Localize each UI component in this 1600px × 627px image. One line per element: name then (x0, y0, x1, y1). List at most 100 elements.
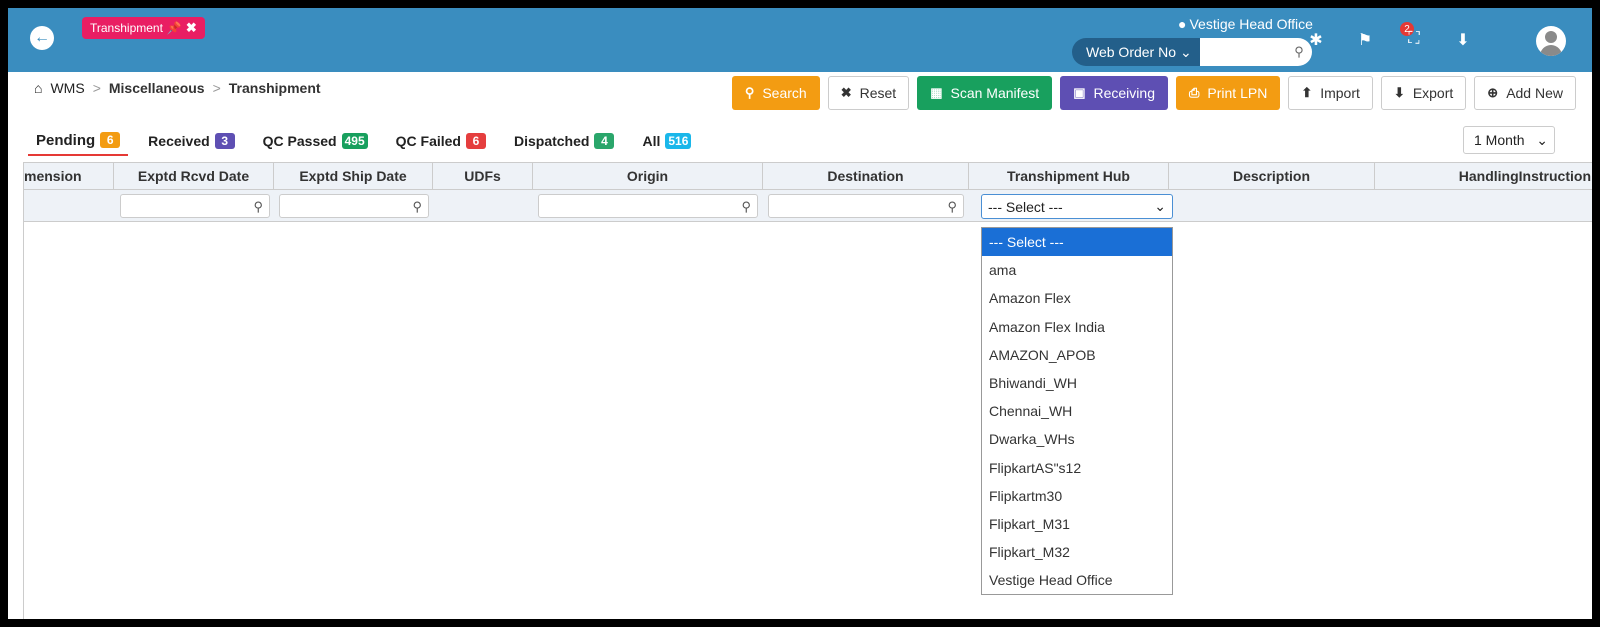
tab-label: All (642, 133, 661, 149)
dropdown-option[interactable]: Vestige Head Office (982, 566, 1172, 594)
column-header-exptd-ship-date[interactable]: Exptd Ship Date (274, 163, 433, 189)
tab-all[interactable]: All 516 (634, 126, 699, 156)
tab-label: Received (148, 133, 210, 149)
period-label: 1 Month (1474, 132, 1525, 148)
receiving-label: Receiving (1093, 85, 1155, 101)
chevron-down-icon: ⌄ (1154, 198, 1166, 214)
dropdown-option[interactable]: AMAZON_APOB (982, 341, 1172, 369)
receiving-button[interactable]: ▣ Receiving (1060, 76, 1168, 110)
search-icon: ⚲ (253, 199, 263, 214)
breadcrumb-home[interactable]: WMS (50, 80, 84, 96)
dropdown-option[interactable]: Flipkart_M32 (982, 538, 1172, 566)
exptd-rcvd-date-filter[interactable]: ⚲ (120, 194, 270, 218)
dropdown-option[interactable]: Chennai_WH (982, 397, 1172, 425)
exptd-ship-date-filter[interactable]: ⚲ (279, 194, 429, 218)
close-icon[interactable]: ✖ (186, 20, 197, 36)
print-lpn-label: Print LPN (1207, 85, 1268, 101)
qr-code-icon: ▦ (930, 85, 943, 100)
order-type-label: Web Order No (1086, 44, 1176, 60)
dropdown-option[interactable]: Flipkart_M31 (982, 510, 1172, 538)
tab-label: Dispatched (513, 133, 590, 149)
tab-label: Pending (36, 131, 96, 149)
location-selector[interactable]: ● Vestige Head Office (1178, 16, 1313, 32)
avatar[interactable] (1536, 26, 1566, 56)
reset-button[interactable]: ✖ Reset (827, 76, 910, 110)
inbox-icon: ▣ (1073, 85, 1086, 100)
toolbar: ⚲ Search ✖ Reset ▦ Scan Manifest ▣ Recei… (731, 76, 1576, 110)
column-header-dimension[interactable]: mension (24, 163, 114, 189)
gear-icon[interactable]: ✱ (1305, 30, 1327, 50)
back-icon[interactable]: ← (30, 26, 54, 50)
tab-label: QC Passed (262, 133, 337, 149)
avatar-body (1540, 45, 1562, 56)
destination-filter[interactable]: ⚲ (768, 194, 964, 218)
search-icon: ⚲ (412, 199, 422, 214)
breadcrumb-section[interactable]: Miscellaneous (109, 80, 205, 96)
tab-pending[interactable]: Pending 6 (28, 126, 129, 156)
dropdown-option[interactable]: Dwarka_WHs (982, 425, 1172, 453)
chevron-down-icon: ⌄ (1180, 43, 1192, 60)
location-label: Vestige Head Office (1189, 16, 1313, 32)
period-select[interactable]: 1 Month ⌄ (1463, 126, 1555, 154)
dropdown-option[interactable]: --- Select --- (982, 228, 1172, 257)
page-tag[interactable]: Transhipment 📌 ✖ (82, 17, 205, 39)
tab-dispatched[interactable]: Dispatched 4 (506, 126, 622, 156)
top-header: ← Transhipment 📌 ✖ ● Vestige Head Office… (8, 8, 1592, 72)
order-type-select[interactable]: Web Order No ⌄ (1072, 38, 1200, 66)
pin-icon[interactable]: 📌 (167, 21, 182, 35)
tab-received[interactable]: Received 3 (140, 126, 242, 156)
chevron-down-icon: ⌄ (1536, 131, 1548, 148)
print-lpn-button[interactable]: ⎙ Print LPN (1175, 76, 1281, 110)
close-icon: ✖ (840, 85, 852, 100)
count-badge: 495 (341, 133, 368, 149)
page-tag-label: Transhipment (90, 21, 163, 35)
download-icon: ⬇ (1393, 85, 1405, 100)
count-badge: 3 (214, 133, 235, 149)
data-grid: mension Exptd Rcvd Date Exptd Ship Date … (23, 162, 1592, 619)
order-search: Web Order No ⌄ ⚲ (1072, 38, 1312, 66)
transhipment-hub-dropdown: --- Select --- ama Amazon Flex Amazon Fl… (981, 227, 1173, 596)
plus-circle-icon: ⊕ (1487, 85, 1499, 100)
home-icon[interactable]: ⌂ (34, 80, 42, 96)
download-icon[interactable]: ⬇ (1452, 30, 1474, 50)
column-header-origin[interactable]: Origin (533, 163, 763, 189)
export-button[interactable]: ⬇ Export (1380, 76, 1467, 110)
order-search-input[interactable]: ⚲ (1199, 38, 1312, 66)
search-icon[interactable]: ⚲ (1294, 44, 1304, 60)
map-pin-icon: ● (1178, 16, 1187, 32)
print-icon: ⎙ (1188, 85, 1200, 100)
search-icon: ⚲ (744, 85, 755, 100)
breadcrumb-current: Transhipment (228, 80, 321, 96)
count-badge: 4 (594, 133, 615, 149)
dropdown-option[interactable]: FlipkartAS"s12 (982, 454, 1172, 482)
column-header-exptd-rcvd-date[interactable]: Exptd Rcvd Date (114, 163, 274, 189)
breadcrumb-separator: > (212, 80, 221, 96)
column-header-handling-instruction[interactable]: HandlingInstruction (1375, 163, 1592, 189)
dropdown-option[interactable]: Flipkartm30 (982, 482, 1172, 510)
column-header-udfs[interactable]: UDFs (433, 163, 533, 189)
dropdown-option[interactable]: Amazon Flex India (982, 313, 1172, 341)
breadcrumb: ⌂ WMS > Miscellaneous > Transhipment (34, 80, 321, 96)
column-header-transhipment-hub[interactable]: Transhipment Hub (969, 163, 1169, 189)
tab-qc-failed[interactable]: QC Failed 6 (388, 126, 494, 156)
dropdown-option[interactable]: Bhiwandi_WH (982, 369, 1172, 397)
add-new-label: Add New (1506, 85, 1563, 101)
origin-filter[interactable]: ⚲ (538, 194, 758, 218)
search-button[interactable]: ⚲ Search (731, 76, 820, 110)
app-window: ← Transhipment 📌 ✖ ● Vestige Head Office… (8, 8, 1592, 619)
add-new-button[interactable]: ⊕ Add New (1474, 76, 1576, 110)
avatar-head (1545, 31, 1557, 43)
tab-qc-passed[interactable]: QC Passed 495 (255, 126, 376, 156)
fullscreen-icon[interactable]: ⛶ (1403, 30, 1425, 48)
tab-label: QC Failed (395, 133, 461, 149)
flag-icon[interactable]: ⚑ (1354, 30, 1376, 50)
search-label: Search (762, 85, 807, 101)
transhipment-hub-filter[interactable]: --- Select --- ⌄ (981, 194, 1173, 219)
scan-manifest-button[interactable]: ▦ Scan Manifest (917, 76, 1053, 110)
import-button[interactable]: ⬆ Import (1288, 76, 1373, 110)
hub-select-value: --- Select --- (988, 198, 1063, 215)
column-header-description[interactable]: Description (1169, 163, 1375, 189)
dropdown-option[interactable]: Amazon Flex (982, 284, 1172, 312)
dropdown-option[interactable]: ama (982, 256, 1172, 284)
column-header-destination[interactable]: Destination (763, 163, 969, 189)
